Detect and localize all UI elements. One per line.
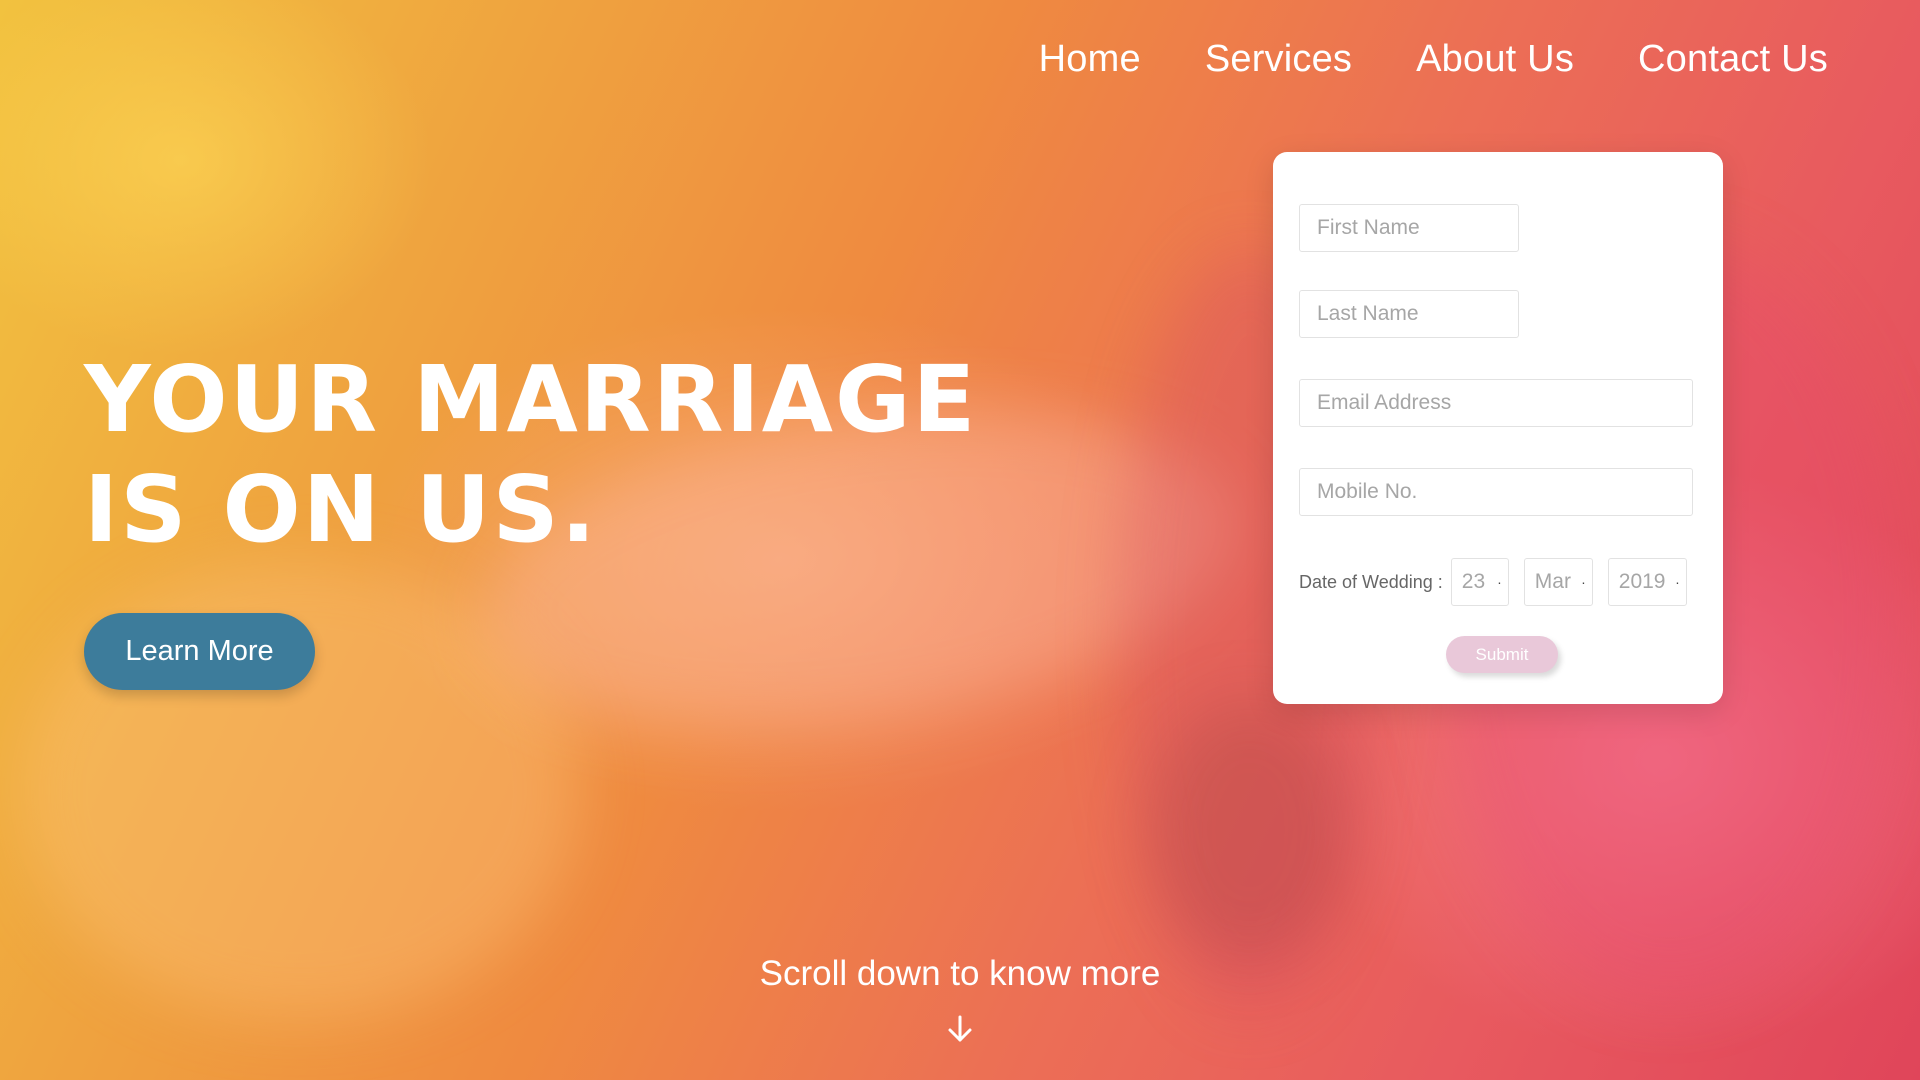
- arrow-down-icon[interactable]: [946, 1014, 974, 1044]
- nav-contact-us-link[interactable]: Contact Us: [1638, 38, 1828, 81]
- learn-more-button[interactable]: Learn More: [84, 613, 315, 690]
- submit-button[interactable]: Submit: [1446, 636, 1558, 673]
- wedding-date-label: Date of Wedding :: [1299, 571, 1443, 592]
- year-select[interactable]: 2019 ·: [1607, 558, 1687, 606]
- dropdown-indicator-icon: ·: [1675, 574, 1680, 590]
- nav-home-link[interactable]: Home: [1039, 38, 1141, 81]
- wedding-date-row: Date of Wedding : 23 · Mar · 2019 ·: [1299, 558, 1687, 606]
- hero-section: Home Services About Us Contact Us YOUR M…: [0, 0, 1920, 1080]
- background-blur: [1150, 700, 1350, 960]
- wedding-form-card: Date of Wedding : 23 · Mar · 2019 · Subm…: [1273, 152, 1723, 704]
- headline-line-1: YOUR MARRIAGE: [84, 346, 978, 453]
- mobile-input[interactable]: [1299, 468, 1693, 516]
- year-value: 2019: [1618, 570, 1666, 593]
- scroll-hint: Scroll down to know more: [759, 954, 1161, 993]
- dropdown-indicator-icon: ·: [1581, 574, 1586, 590]
- nav-about-us-link[interactable]: About Us: [1416, 38, 1574, 81]
- dropdown-indicator-icon: ·: [1497, 574, 1502, 590]
- headline-line-2: IS ON US.: [84, 456, 598, 563]
- day-value: 23: [1461, 570, 1486, 593]
- month-select[interactable]: Mar ·: [1523, 558, 1593, 606]
- email-input[interactable]: [1299, 379, 1693, 427]
- nav-services-link[interactable]: Services: [1205, 38, 1352, 81]
- month-value: Mar: [1534, 570, 1571, 593]
- day-select[interactable]: 23 ·: [1450, 558, 1509, 606]
- last-name-input[interactable]: [1299, 290, 1519, 338]
- first-name-input[interactable]: [1299, 204, 1519, 252]
- top-nav: Home Services About Us Contact Us: [1039, 38, 1828, 81]
- hero-headline: YOUR MARRIAGE IS ON US.: [84, 345, 977, 565]
